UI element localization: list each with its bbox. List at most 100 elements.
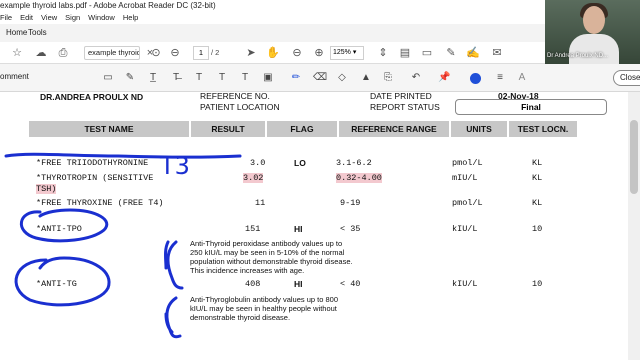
add-text-icon[interactable]: T [239,72,251,84]
row1-units: pmol/L [452,158,483,168]
col-test-locn: TEST LOCN. [517,124,569,134]
row1-locn: KL [532,158,543,168]
comment-label: omment [0,72,29,81]
prev-page-icon[interactable]: ⊙ [149,46,163,60]
print-icon[interactable]: ⎙ [56,46,70,60]
ink-bracket-tg [164,296,182,339]
eraser-icon[interactable]: ⌫ [313,72,327,84]
star-icon[interactable]: ☆ [10,46,24,60]
presenter-body [569,34,619,64]
tab-tools[interactable]: Tools [22,24,53,42]
highlight-icon[interactable]: ✎ [124,72,136,84]
ink-underline-t3 [4,152,242,159]
cloud-upload-icon[interactable]: ☁ [34,46,48,60]
insert-text-icon[interactable]: T [216,72,228,84]
row2-units: mIU/L [452,173,478,183]
note-anti-tpo: Anti-Thyroid peroxidase antibody values … [190,239,353,275]
app-window: { "window": {"title": "example thyroid l… [0,0,640,360]
select-cursor-icon[interactable]: ➤ [244,46,258,60]
fit-page-icon[interactable]: ⇕ [376,46,390,60]
main-toolbar: ☆ ☁ ⎙ example thyroid la... × ⊙ ⊖ 1 / 2 … [0,42,640,64]
webcam-video: Dr Andrea Proulx ND... [545,0,640,64]
row5-result: 408 [245,279,261,289]
replace-text-icon[interactable]: T [193,72,205,84]
window-title-bar: example thyroid labs.pdf - Adobe Acrobat… [0,0,545,12]
date-printed-label: DATE PRINTED [370,92,432,101]
row1-name: *FREE TRIIODOTHYRONINE [36,158,149,168]
row2-range: 0.32-4.00 [336,173,382,183]
row3-name: *FREE THYROXINE (FREE T4) [36,198,164,208]
menu-window[interactable]: Window [88,12,115,24]
row1-flag: LO [294,158,306,168]
undo-icon[interactable]: ↶ [410,72,422,84]
pdf-page: DR.ANDREA PROULX ND REFERENCE NO. PATIEN… [0,92,628,360]
row3-units: pmol/L [452,198,483,208]
page-total: / 2 [211,48,220,57]
col-units: UNITS [466,124,492,134]
presenter-face [583,6,605,34]
row5-range: < 40 [340,279,361,289]
vertical-scrollbar[interactable] [628,92,640,360]
line-width-icon[interactable]: ≡ [494,72,506,84]
ink-handwriting-t3: T3 [159,152,190,180]
row2-result: 3.02 [243,173,264,183]
row4-range: < 35 [340,224,361,234]
patient-location-label: PATIENT LOCATION [200,102,280,112]
row1-result: 3.0 [250,158,266,168]
underline-icon[interactable]: T̲ [147,72,159,84]
close-comment-button[interactable]: Close [613,70,640,86]
ink-bracket-tpo [164,240,184,290]
menu-bar: File Edit View Sign Window Help [0,12,545,24]
comment-icon[interactable]: ▭ [420,46,434,60]
row3-range: 9-19 [340,198,361,208]
ink-color-swatch[interactable] [470,73,481,84]
zoom-in-icon[interactable]: ⊕ [312,46,326,60]
document-tab[interactable]: example thyroid la... [84,46,140,60]
report-status-value: Final [455,99,607,115]
note-anti-tg: Anti-Thyroglobulin antibody values up to… [190,295,339,322]
col-result: RESULT [211,124,245,134]
table-header: TEST NAME RESULT FLAG REFERENCE RANGE UN… [29,121,577,137]
strikethrough-icon[interactable]: T̶ [170,72,182,84]
row4-units: kIU/L [452,224,478,234]
row4-locn: 10 [532,224,543,234]
shapes-icon[interactable]: ◇ [336,72,348,84]
col-reference-range: REFERENCE RANGE [351,124,437,134]
menu-view[interactable]: View [41,12,57,24]
pin-icon[interactable]: 📌 [438,72,450,84]
row2-locn: KL [532,173,543,183]
menu-help[interactable]: Help [123,12,138,24]
edit-pen-icon[interactable]: ✎ [444,46,458,60]
reference-no-label: REFERENCE NO. [200,92,270,101]
comment-toolbar: omment ▭ ✎ T̲ T̶ T T T ▣ ✏ ⌫ ◇ ▲ ⎘ ↶ 📌 ≡… [0,64,640,92]
scrollbar-thumb[interactable] [630,120,638,194]
zoom-out-icon[interactable]: ⊖ [290,46,304,60]
row5-locn: 10 [532,279,543,289]
share-icon[interactable]: ✉ [490,46,504,60]
sticky-note-icon[interactable]: ▭ [102,72,114,84]
hand-icon[interactable]: ✋ [266,46,280,60]
menu-edit[interactable]: Edit [20,12,33,24]
attach-icon[interactable]: ⎘ [382,72,394,84]
report-status-label: REPORT STATUS [370,102,440,112]
sign-icon[interactable]: ✍ [466,46,480,60]
row5-units: kIU/L [452,279,478,289]
row5-name: *ANTI-TG [36,279,77,289]
col-flag: FLAG [290,124,314,134]
text-box-icon[interactable]: ▣ [262,72,274,84]
font-size-icon[interactable]: A [516,72,528,84]
menu-file[interactable]: File [0,12,12,24]
row4-name: *ANTI-TPO [36,224,82,234]
next-page-icon[interactable]: ⊖ [168,46,182,60]
row2-name-cont: TSH) [36,184,57,194]
pencil-icon[interactable]: ✏ [290,72,302,84]
row4-flag: HI [294,224,303,234]
webcam-name-label: Dr Andrea Proulx ND... [547,53,609,59]
row4-result: 151 [245,224,261,234]
menu-sign[interactable]: Sign [65,12,80,24]
row2-name: *THYROTROPIN (SENSITIVE [36,173,154,183]
page-number-input[interactable]: 1 [193,46,209,60]
zoom-select[interactable]: 125% ▾ [330,46,364,60]
stamp-icon[interactable]: ▲ [360,72,372,84]
scroll-mode-icon[interactable]: ▤ [398,46,412,60]
